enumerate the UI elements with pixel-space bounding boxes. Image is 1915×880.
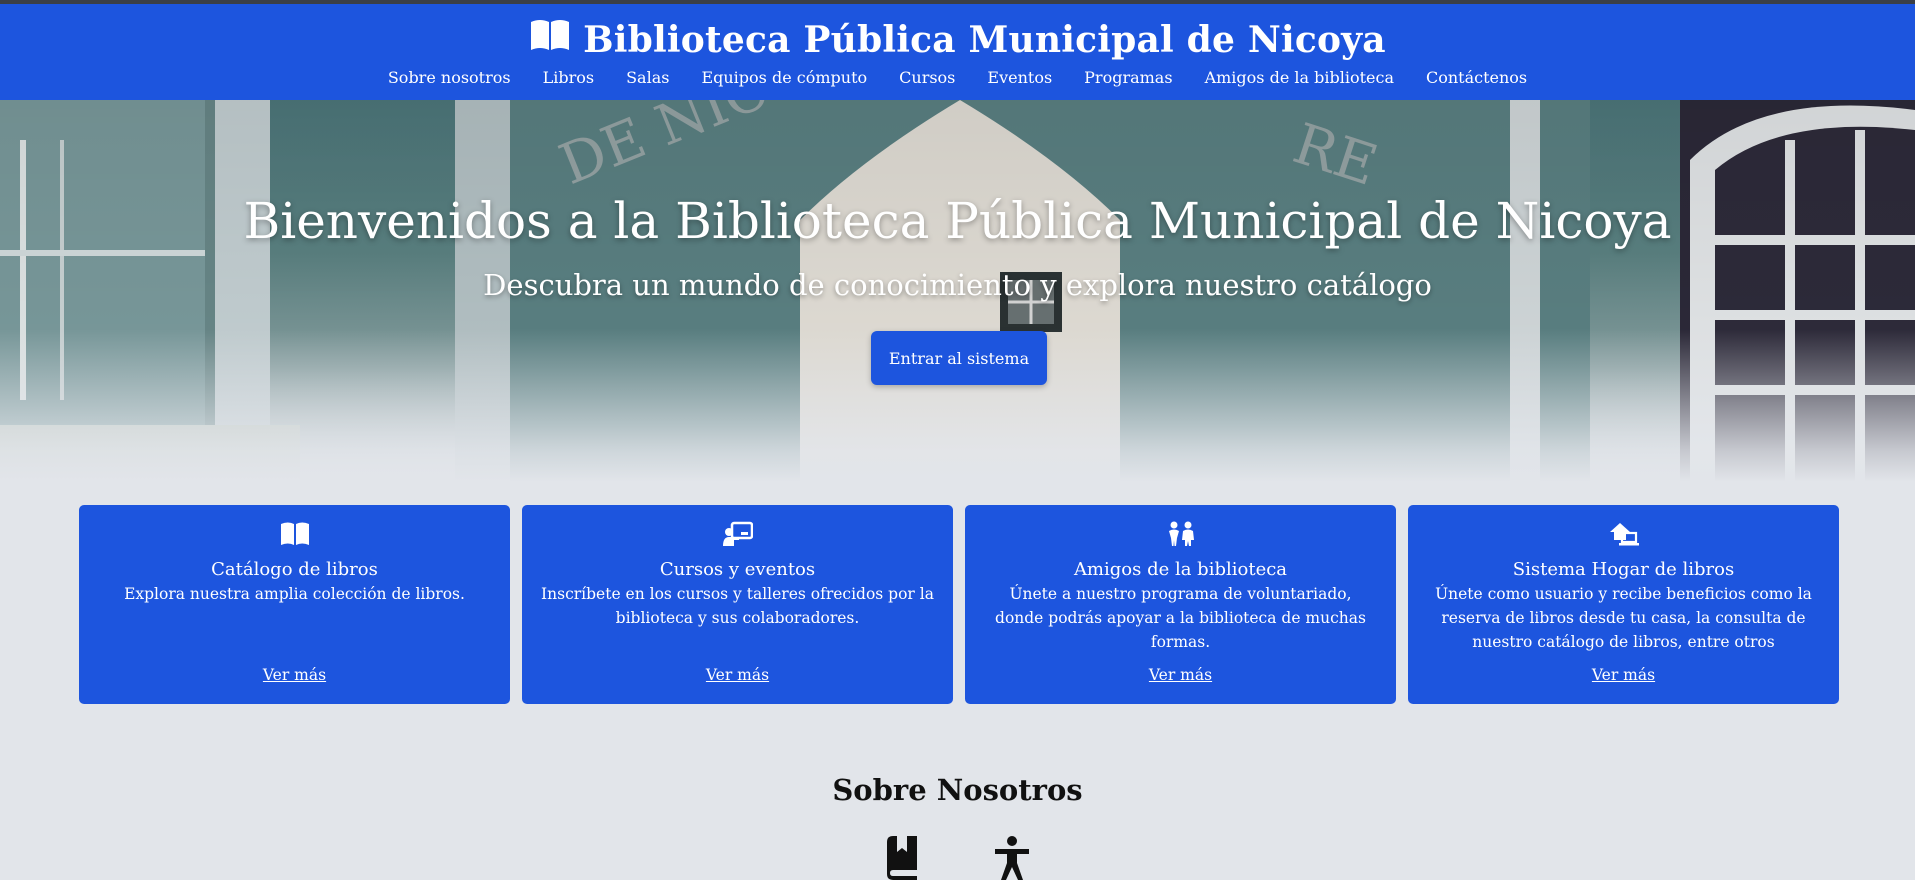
book-open-icon bbox=[79, 521, 510, 549]
nav-programas[interactable]: Programas bbox=[1084, 68, 1172, 87]
card-description: Únete a nuestro programa de voluntariado… bbox=[995, 585, 1366, 651]
book-open-icon bbox=[529, 18, 571, 61]
card-amigos: Amigos de la biblioteca Únete a nuestro … bbox=[965, 505, 1396, 704]
nav-salas[interactable]: Salas bbox=[626, 68, 669, 87]
nav-contactenos[interactable]: Contáctenos bbox=[1426, 68, 1527, 87]
feature-cards: Catálogo de libros Explora nuestra ampli… bbox=[79, 505, 1839, 704]
card-catalogo: Catálogo de libros Explora nuestra ampli… bbox=[79, 505, 510, 704]
hero-subtitle: Descubra un mundo de conocimiento y expl… bbox=[483, 268, 1432, 302]
nav-cursos[interactable]: Cursos bbox=[899, 68, 955, 87]
nav-libros[interactable]: Libros bbox=[543, 68, 594, 87]
card-see-more-link[interactable]: Ver más bbox=[965, 666, 1396, 684]
about-icons bbox=[883, 836, 1031, 880]
hero-banner: DE NIC RE Bienvenidos a la Biblioteca Pú… bbox=[0, 100, 1915, 482]
site-brand[interactable]: Biblioteca Pública Municipal de Nicoya bbox=[0, 18, 1915, 61]
card-title: Sistema Hogar de libros bbox=[1512, 559, 1735, 580]
card-see-more-link[interactable]: Ver más bbox=[1408, 666, 1839, 684]
card-see-more-link[interactable]: Ver más bbox=[79, 666, 510, 684]
about-section-title: Sobre Nosotros bbox=[832, 773, 1083, 807]
nav-eventos[interactable]: Eventos bbox=[987, 68, 1052, 87]
site-title: Biblioteca Pública Municipal de Nicoya bbox=[583, 18, 1386, 61]
chalkboard-teacher-icon bbox=[522, 521, 953, 549]
nav-sobre-nosotros[interactable]: Sobre nosotros bbox=[388, 68, 511, 87]
card-hogar: Sistema Hogar de libros Únete como usuar… bbox=[1408, 505, 1839, 704]
card-description: Explora nuestra amplia colección de libr… bbox=[124, 585, 465, 603]
card-see-more-link[interactable]: Ver más bbox=[522, 666, 953, 684]
main-nav: Sobre nosotros Libros Salas Equipos de c… bbox=[0, 68, 1915, 87]
card-description: Únete como usuario y recibe beneficios c… bbox=[1435, 585, 1812, 651]
card-description: Inscríbete en los cursos y talleres ofre… bbox=[541, 585, 934, 627]
nav-amigos[interactable]: Amigos de la biblioteca bbox=[1205, 68, 1394, 87]
card-title: Cursos y eventos bbox=[659, 559, 816, 580]
house-laptop-icon bbox=[1408, 521, 1839, 549]
card-title: Amigos de la biblioteca bbox=[1073, 559, 1288, 580]
book-bookmark-icon bbox=[883, 836, 921, 880]
universal-access-icon bbox=[993, 836, 1031, 880]
enter-system-button[interactable]: Entrar al sistema bbox=[871, 331, 1047, 385]
nav-equipos[interactable]: Equipos de cómputo bbox=[701, 68, 867, 87]
hero-title: Bienvenidos a la Biblioteca Pública Muni… bbox=[243, 192, 1672, 250]
children-icon bbox=[965, 521, 1396, 549]
site-header: Biblioteca Pública Municipal de Nicoya S… bbox=[0, 4, 1915, 100]
card-title: Catálogo de libros bbox=[211, 559, 378, 580]
card-cursos: Cursos y eventos Inscríbete en los curso… bbox=[522, 505, 953, 704]
